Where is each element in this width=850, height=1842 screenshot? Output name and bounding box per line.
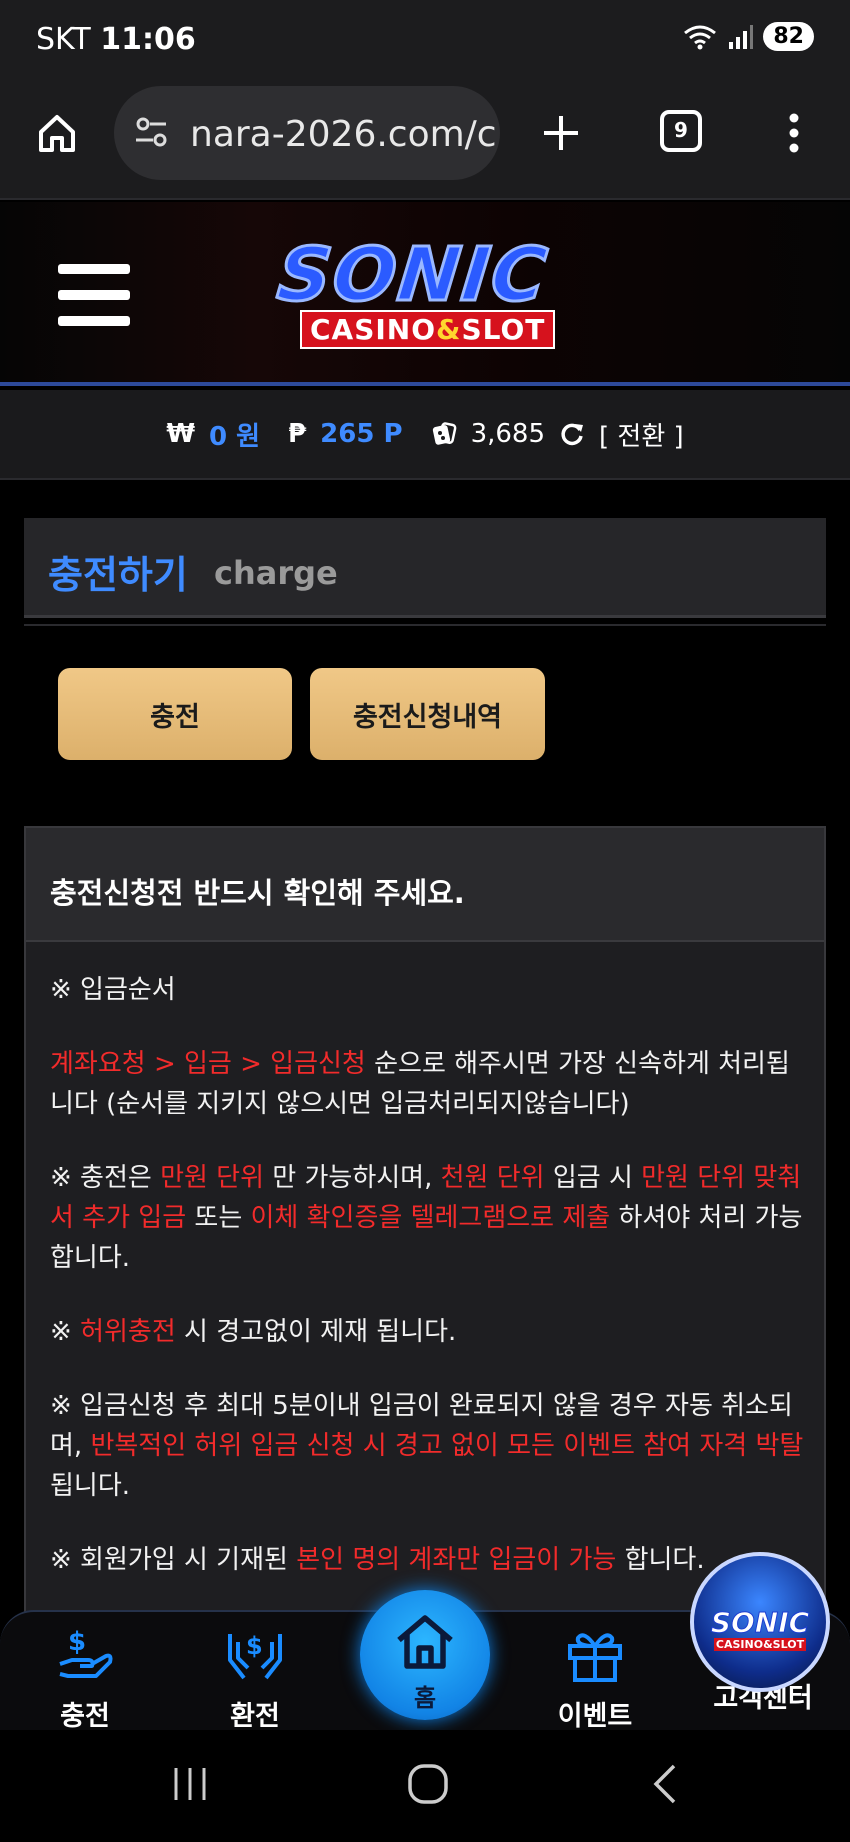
logo-sonic-text: SONIC [272, 231, 554, 320]
logo-slot-word: SLOT [461, 313, 546, 346]
url-text: nara-2026.com/c [190, 114, 497, 155]
status-bar: SKT 11:06 82 [0, 0, 850, 80]
page-title: 충전하기 [48, 553, 188, 597]
tune-icon[interactable] [134, 114, 170, 150]
gift-icon [568, 1633, 622, 1682]
notice-item-5: ※ 입금신청 후 최대 5분이내 입금이 완료되지 않을 경우 자동 취소되며,… [50, 1386, 804, 1506]
notice-text: ※ 회원가입 시 기재된 [50, 1545, 297, 1575]
notice-highlight: 본인 명의 계좌만 입금이 가능 [296, 1545, 617, 1575]
won-unit: 원 [236, 421, 261, 452]
browser-toolbar: nara-2026.com/c 9 [0, 80, 850, 200]
notice-highlight: 반복적인 허위 입금 신청 시 경고 없이 모든 이벤트 참여 자격 박탈 [90, 1431, 804, 1461]
point-symbol: ₱ [288, 419, 307, 449]
svg-text:$: $ [68, 1627, 86, 1657]
nav-charge-label: 충전 [60, 1701, 110, 1732]
sonic-badge-logo[interactable]: SONIC CASINO&SLOT [690, 1552, 830, 1692]
signal-icon [729, 24, 754, 49]
notice-item-1: ※ 입금순서 [50, 975, 176, 1005]
notice-highlight: 이체 확인증을 텔레그램으로 제출 [250, 1203, 611, 1233]
won-value: 0 [209, 421, 228, 452]
notice-item-4: ※ 허위충전 시 경고없이 제재 됩니다. [50, 1312, 804, 1352]
point-balance: 265 P [320, 419, 402, 449]
notice-item-6: ※ 회원가입 시 기재된 본인 명의 계좌만 입금이 가능 합니다. [50, 1540, 804, 1580]
nav-home-button[interactable]: 홈 [360, 1590, 490, 1720]
exchange-hands-icon: $ [228, 1632, 282, 1680]
refresh-icon[interactable] [559, 421, 585, 447]
page-subtitle: charge [214, 554, 338, 592]
site-logo[interactable]: SONIC CASINO&SLOT [270, 231, 590, 352]
home-icon [397, 1615, 453, 1669]
nav-exchange-label: 환전 [230, 1701, 280, 1732]
nav-home-label: 홈 [413, 1684, 437, 1712]
notice-text: ※ 충전은 [50, 1163, 161, 1193]
home-icon[interactable] [36, 112, 78, 154]
clock: 11:06 [100, 22, 196, 57]
battery-indicator: 82 [763, 22, 814, 51]
won-symbol: ₩ [166, 419, 195, 449]
logo-casino-word: CASINO [310, 313, 437, 346]
balance-bar: ₩ 0 원 ₱ 265 P 3,685 [ 전환 ] [0, 390, 850, 480]
badge-casino-text: CASINO&SLOT [714, 1638, 806, 1651]
notice-text: ※ [50, 1317, 81, 1347]
notice-highlight: 계좌요청 > 입금 > 입금신청 [50, 1049, 366, 1079]
won-balance: 0 원 [209, 416, 260, 453]
notice-text: 시 경고없이 제재 됩니다. [175, 1317, 457, 1347]
notice-item-2: 계좌요청 > 입금 > 입금신청 순으로 해주시면 가장 신속하게 처리됩니다 … [50, 1044, 804, 1124]
notice-item-3: ※ 충전은 만원 단위 만 가능하시며, 천원 단위 입금 시 만원 단위 맞춰… [50, 1158, 804, 1278]
notice-text: 됩니다. [50, 1471, 131, 1501]
hamburger-menu-icon[interactable] [58, 264, 130, 326]
android-nav-bar [0, 1730, 850, 1842]
notice-body: ※ 입금순서 계좌요청 > 입금 > 입금신청 순으로 해주시면 가장 신속하게… [26, 942, 824, 1580]
point-value: 265 [320, 419, 375, 449]
status-right: 82 [683, 22, 814, 51]
charge-hand-icon: $ [59, 1627, 113, 1678]
more-icon[interactable] [780, 112, 808, 154]
nav-exchange[interactable]: $ 환전 [190, 1624, 320, 1733]
chips-icon [432, 422, 456, 445]
recent-apps-icon[interactable] [170, 1764, 210, 1804]
notice-highlight: 만원 단위 [160, 1163, 265, 1193]
notice-heading: 충전신청전 반드시 확인해 주세요. [26, 828, 824, 942]
wifi-icon [684, 25, 717, 49]
charge-title-panel: 충전하기 charge [24, 518, 826, 618]
notice-text: 입금 시 [544, 1163, 642, 1193]
logo-casino-slot: CASINO&SLOT [300, 310, 556, 349]
plus-icon[interactable] [540, 112, 582, 154]
address-bar[interactable]: nara-2026.com/c [114, 86, 500, 180]
charge-history-button[interactable]: 충전신청내역 [310, 668, 545, 760]
notice-text: 합니다. [616, 1545, 705, 1575]
chips-value: 3,685 [470, 419, 546, 449]
tabs-button[interactable]: 9 [660, 110, 702, 152]
notice-highlight: 천원 단위 [440, 1163, 545, 1193]
notice-text: 또는 [186, 1203, 251, 1233]
badge-sonic-text: SONIC [710, 1606, 810, 1640]
back-icon[interactable] [650, 1762, 680, 1806]
carrier-label: SKT [36, 22, 91, 57]
nav-charge[interactable]: $ 충전 [20, 1624, 150, 1733]
notice-text: 만 가능하시며, [264, 1163, 441, 1193]
convert-button[interactable]: [ 전환 ] [599, 416, 684, 453]
nav-event[interactable]: 이벤트 [530, 1624, 660, 1733]
notice-highlight: 허위충전 [80, 1317, 176, 1347]
charge-button[interactable]: 충전 [58, 668, 292, 760]
status-carrier-time: SKT 11:06 [36, 22, 196, 57]
section-divider [24, 624, 826, 626]
logo-amp: & [436, 313, 462, 346]
site-header: SONIC CASINO&SLOT [0, 202, 850, 386]
point-unit: P [383, 419, 403, 449]
nav-event-label: 이벤트 [557, 1701, 633, 1732]
svg-text:$: $ [246, 1632, 263, 1660]
home-nav-icon[interactable] [406, 1762, 450, 1806]
